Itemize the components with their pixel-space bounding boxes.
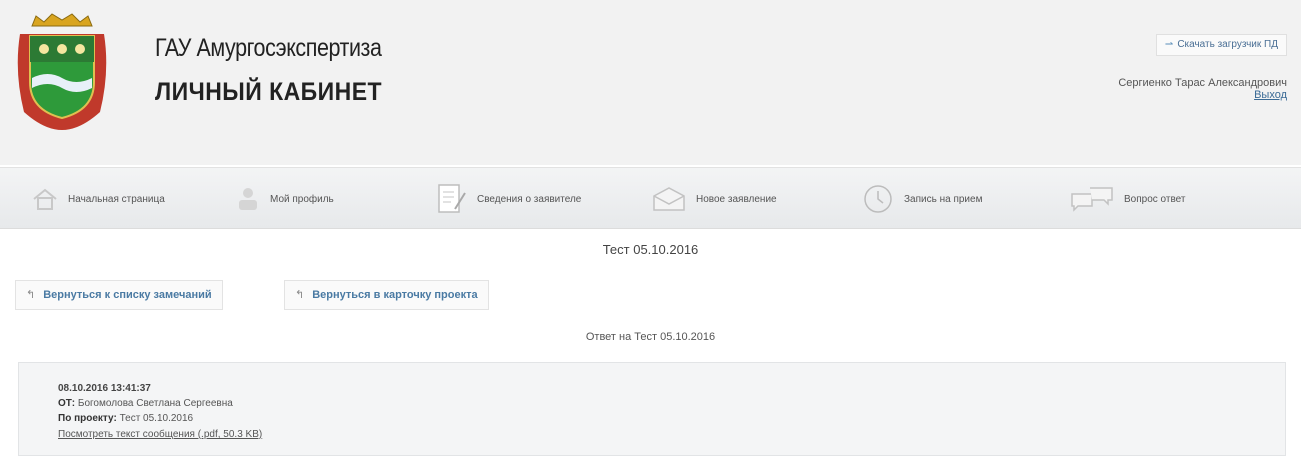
- reply-subtitle: Ответ на Тест 05.10.2016: [585, 331, 716, 343]
- page-title: Тест 05.10.2016: [602, 242, 699, 257]
- coat-of-arms-logo: [17, 13, 107, 130]
- org-name: ГАУ Амургосэкспертиза: [155, 34, 382, 62]
- logout-link[interactable]: Выход: [1254, 89, 1287, 101]
- nav-item-applicant-info[interactable]: Сведения о заявителе: [437, 168, 581, 230]
- message-card: 08.10.2016 13:41:37 ОТ: Богомолова Светл…: [18, 362, 1286, 456]
- user-name: Сергиенко Тарас Александрович: [1118, 77, 1287, 89]
- user-icon: [239, 188, 257, 210]
- nav-label-new-application: Новое заявление: [696, 193, 777, 205]
- nav-label-applicant-info: Сведения о заявителе: [477, 193, 582, 205]
- message-project-value: Тест 05.10.2016: [119, 413, 194, 424]
- document-edit-icon: [438, 184, 466, 213]
- message-datetime: 08.10.2016 13:41:37: [58, 383, 151, 394]
- home-icon: [33, 188, 57, 210]
- main-nav: Начальная страница Мой профиль Сведения …: [0, 167, 1301, 229]
- nav-item-questions[interactable]: Вопрос ответ: [1070, 168, 1185, 230]
- message-from: ОТ: Богомолова Светлана Сергеевна: [58, 398, 233, 409]
- nav-label-appointment: Запись на прием: [904, 193, 983, 205]
- nav-item-appointment[interactable]: Запись на прием: [862, 168, 982, 230]
- back-arrow-icon: ↰: [26, 289, 36, 301]
- message-project: По проекту: Тест 05.10.2016: [58, 413, 193, 424]
- download-loader-label: Скачать загрузчик ПД: [1177, 39, 1278, 50]
- nav-item-new-application[interactable]: Новое заявление: [652, 168, 777, 230]
- header: ГАУ Амургосэкспертиза ЛИЧНЫЙ КАБИНЕТ ⇀ Ск…: [0, 0, 1301, 165]
- download-loader-button[interactable]: ⇀ Скачать загрузчик ПД: [1155, 34, 1287, 56]
- nav-label-profile: Мой профиль: [270, 193, 334, 205]
- cabinet-title: ЛИЧНЫЙ КАБИНЕТ: [155, 78, 383, 106]
- nav-label-home: Начальная страница: [68, 193, 165, 205]
- message-from-value: Богомолова Светлана Сергеевна: [77, 398, 233, 409]
- clock-icon: [864, 185, 892, 213]
- view-message-link[interactable]: Посмотреть текст сообщения (.pdf, 50.3 K…: [58, 429, 262, 440]
- message-project-label: По проекту:: [58, 413, 117, 424]
- chat-icon: [1071, 187, 1113, 212]
- message-from-label: ОТ:: [58, 398, 76, 409]
- back-to-project-button[interactable]: ↰ Вернуться в карточку проекта: [284, 280, 489, 310]
- envelope-icon: [653, 187, 685, 211]
- nav-item-profile[interactable]: Мой профиль: [236, 168, 334, 230]
- download-icon: ⇀: [1164, 39, 1174, 50]
- nav-item-home[interactable]: Начальная страница: [32, 168, 165, 230]
- back-to-project-label: Вернуться в карточку проекта: [312, 289, 478, 301]
- back-to-remarks-label: Вернуться к списку замечаний: [43, 289, 212, 301]
- back-arrow-icon: ↰: [295, 289, 305, 301]
- nav-label-questions: Вопрос ответ: [1124, 193, 1186, 205]
- back-to-remarks-button[interactable]: ↰ Вернуться к списку замечаний: [15, 280, 223, 310]
